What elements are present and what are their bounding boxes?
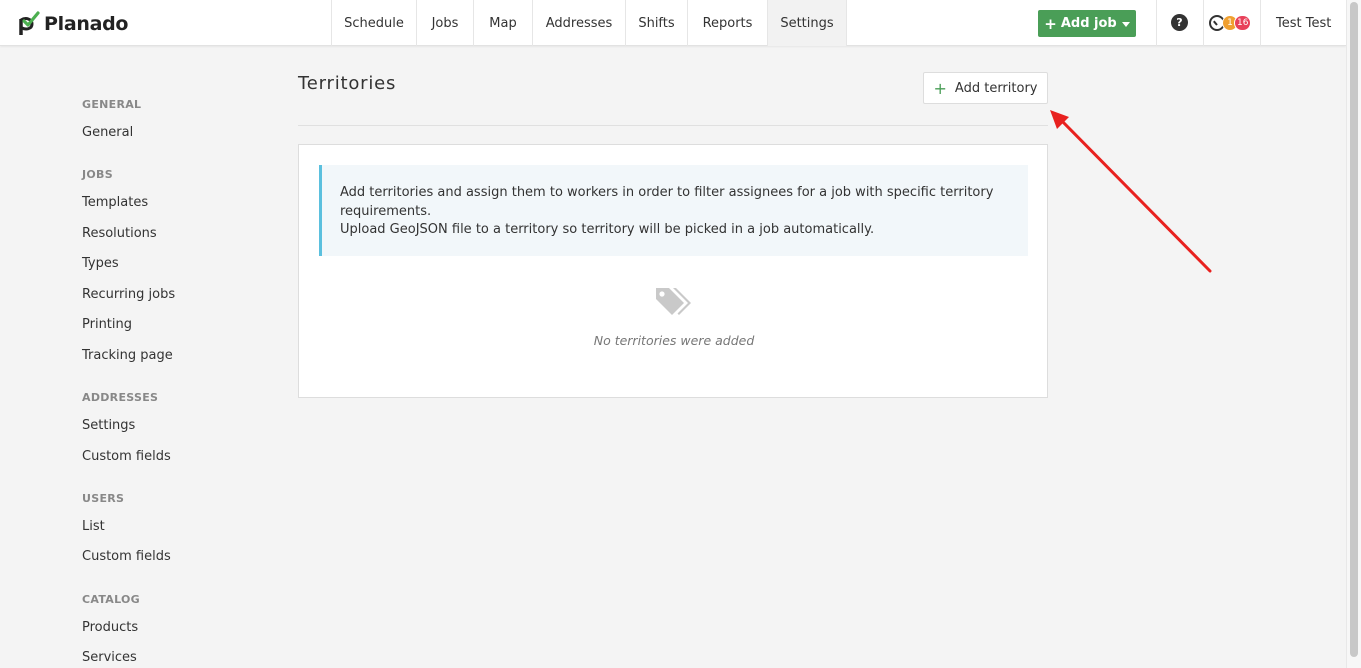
nav-item-addresses[interactable]: Addresses — [533, 0, 626, 46]
user-menu[interactable]: Test Test — [1276, 0, 1331, 46]
sidebar-section-catalog: CATALOG — [82, 593, 140, 606]
sidebar-section-users: USERS — [82, 492, 125, 505]
territories-panel: Add territories and assign them to worke… — [298, 144, 1048, 398]
planado-logo-icon — [19, 11, 40, 35]
divider — [1156, 0, 1157, 46]
sidebar-item-tracking-page[interactable]: Tracking page — [82, 348, 173, 363]
nav-item-settings[interactable]: Settings — [768, 0, 847, 46]
sidebar-item-custom-fields[interactable]: Custom fields — [82, 449, 171, 464]
divider — [1260, 0, 1261, 46]
sidebar-item-custom-fields[interactable]: Custom fields — [82, 549, 171, 564]
add-job-button[interactable]: + Add job — [1038, 10, 1136, 37]
sidebar-item-services[interactable]: Services — [82, 650, 137, 665]
top-navbar: Planado Schedule Jobs Map Addresses Shifts Re… — [0, 0, 1346, 46]
sidebar-section-general: GENERAL — [82, 98, 142, 111]
annotation-arrow-icon — [1050, 110, 1212, 273]
help-icon[interactable]: ? — [1171, 14, 1188, 31]
sidebar-section-addresses: ADDRESSES — [82, 391, 159, 404]
add-job-label: Add job — [1060, 16, 1117, 31]
nav-item-reports[interactable]: Reports — [688, 0, 768, 46]
nav-item-jobs[interactable]: Jobs — [417, 0, 474, 46]
divider — [1203, 0, 1204, 46]
scrollbar-thumb[interactable] — [1350, 2, 1358, 657]
empty-state-text: No territories were added — [593, 333, 755, 348]
sidebar-item-recurring-jobs[interactable]: Recurring jobs — [82, 287, 175, 302]
sidebar-item-products[interactable]: Products — [82, 620, 138, 635]
sidebar-item-templates[interactable]: Templates — [82, 195, 148, 210]
sidebar-item-general[interactable]: General — [82, 125, 133, 140]
add-territory-button[interactable]: + Add territory — [923, 72, 1048, 104]
info-callout: Add territories and assign them to worke… — [319, 165, 1028, 256]
page-scrollbar[interactable] — [1346, 0, 1361, 668]
planado-logo[interactable]: Planado — [18, 10, 128, 38]
main-nav: Schedule Jobs Map Addresses Shifts Reports Set… — [331, 0, 847, 46]
caret-down-icon — [1121, 22, 1130, 27]
sidebar-item-resolutions[interactable]: Resolutions — [82, 226, 157, 241]
title-divider — [298, 125, 1048, 126]
add-territory-label: Add territory — [954, 80, 1038, 96]
info-text-line-2: Upload GeoJSON file to a territory so te… — [340, 222, 875, 237]
notification-badge-red: 16 — [1234, 15, 1252, 31]
sidebar-section-jobs: JOBS — [82, 168, 113, 181]
sidebar-item-types[interactable]: Types — [82, 256, 119, 271]
info-text-line-1: Add territories and assign them to worke… — [340, 185, 994, 219]
tags-icon — [656, 288, 691, 315]
plus-icon: + — [1044, 14, 1057, 33]
nav-item-shifts[interactable]: Shifts — [626, 0, 688, 46]
sidebar-item-printing[interactable]: Printing — [82, 317, 132, 332]
sidebar-item-settings[interactable]: Settings — [82, 418, 135, 433]
plus-icon: + — [933, 78, 947, 98]
nav-item-schedule[interactable]: Schedule — [332, 0, 417, 46]
nav-item-map[interactable]: Map — [474, 0, 533, 46]
brand-name: Planado — [44, 13, 129, 35]
activity-button[interactable]: 1 16 — [1209, 13, 1255, 33]
page-title: Territories — [298, 73, 397, 94]
sidebar-item-list[interactable]: List — [82, 519, 105, 534]
